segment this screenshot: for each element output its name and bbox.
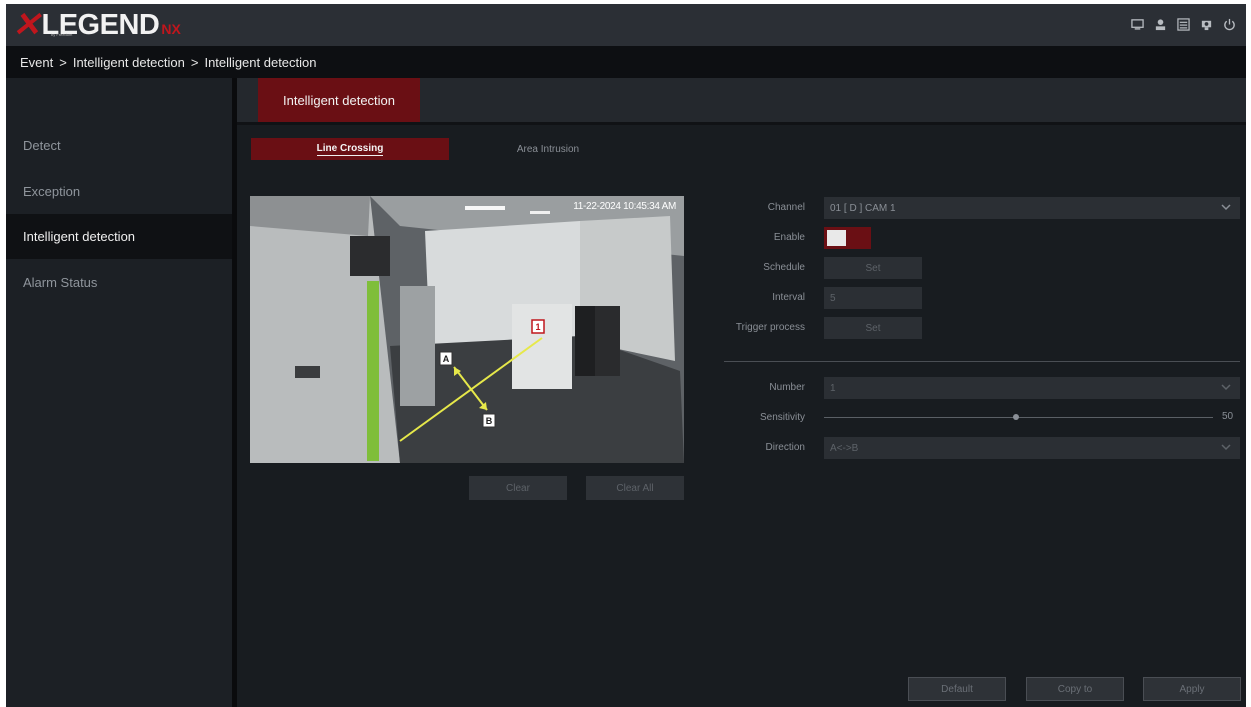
- tab-intelligent-detection[interactable]: Intelligent detection: [258, 78, 420, 122]
- rule-marker-1: 1: [535, 322, 540, 332]
- clear-button[interactable]: Clear: [469, 476, 567, 500]
- trigger-process-set-button[interactable]: Set: [824, 317, 922, 339]
- sensitivity-label: Sensitivity: [759, 412, 805, 423]
- logo-text: LEGEND: [41, 9, 160, 41]
- chevron-down-icon: [1220, 441, 1232, 456]
- breadcrumb-item-current: Intelligent detection: [204, 54, 317, 70]
- breadcrumb-item[interactable]: Event: [20, 55, 53, 70]
- camera-preview[interactable]: 1 A B 11-22-2024 10:45:34 AM: [250, 196, 684, 463]
- interval-input[interactable]: 5: [824, 287, 922, 309]
- schedule-set-button[interactable]: Set: [824, 257, 922, 279]
- main-tab-bar: Intelligent detection: [237, 78, 1246, 125]
- breadcrumb-separator: >: [59, 54, 67, 70]
- direction-value: A<->B: [830, 442, 859, 454]
- subtab-area-intrusion[interactable]: Area Intrusion: [449, 138, 647, 160]
- point-marker-b: B: [486, 416, 493, 426]
- sidebar: Detect Exception Intelligent detection A…: [6, 78, 232, 707]
- subtab-line-crossing[interactable]: Line Crossing: [251, 138, 449, 160]
- breadcrumb-separator: >: [190, 54, 199, 70]
- enable-label: Enable: [773, 232, 805, 243]
- logo: ✕ LEGEND NX: [12, 6, 181, 44]
- toggle-knob: [827, 230, 846, 246]
- top-bar: ✕ LEGEND NX by Freedom: [6, 4, 1246, 46]
- logo-suffix: NX: [161, 21, 181, 37]
- subtab-label: Line Crossing: [316, 142, 384, 156]
- direction-select[interactable]: A<->B: [824, 437, 1240, 459]
- channel-label: Channel: [767, 202, 805, 213]
- logo-tagline: by Freedom: [51, 32, 73, 37]
- channel-value: 01 [ D ] CAM 1: [830, 202, 896, 214]
- osd-timestamp: 11-22-2024 10:45:34 AM: [573, 201, 676, 212]
- number-value: 1: [830, 382, 836, 394]
- list-icon[interactable]: [1176, 17, 1190, 31]
- sidebar-item-detect[interactable]: Detect: [6, 123, 232, 168]
- sidebar-divider: [232, 78, 237, 707]
- direction-label: Direction: [765, 442, 805, 453]
- apply-button[interactable]: Apply: [1143, 677, 1241, 701]
- default-button[interactable]: Default: [908, 677, 1006, 701]
- app-window: ✕ LEGEND NX by Freedom Event > Intellige…: [6, 4, 1246, 707]
- copy-to-button[interactable]: Copy to: [1026, 677, 1124, 701]
- interval-label: Interval: [772, 292, 805, 303]
- monitor-icon[interactable]: [1130, 17, 1144, 31]
- section-divider: [724, 361, 1240, 362]
- logo-mark: ✕: [12, 6, 41, 44]
- schedule-label: Schedule: [763, 262, 805, 273]
- subtab-label: Area Intrusion: [516, 143, 580, 155]
- power-icon[interactable]: [1222, 17, 1236, 31]
- camera-icon[interactable]: [1199, 17, 1213, 31]
- breadcrumb-item[interactable]: Intelligent detection: [73, 55, 185, 70]
- sensitivity-slider-thumb[interactable]: [1013, 414, 1019, 420]
- sidebar-item-alarm-status[interactable]: Alarm Status: [6, 260, 232, 305]
- enable-toggle[interactable]: [824, 227, 871, 249]
- trigger-process-label: Trigger process: [735, 322, 805, 333]
- point-marker-a: A: [443, 354, 450, 364]
- number-label: Number: [769, 382, 805, 393]
- sensitivity-value: 50: [1222, 411, 1234, 422]
- chevron-down-icon: [1220, 381, 1232, 396]
- user-icon[interactable]: [1153, 17, 1167, 31]
- clear-all-button[interactable]: Clear All: [586, 476, 684, 500]
- chevron-down-icon: [1220, 201, 1232, 216]
- channel-select[interactable]: 01 [ D ] CAM 1: [824, 197, 1240, 219]
- sidebar-item-intelligent-detection[interactable]: Intelligent detection: [6, 214, 232, 259]
- breadcrumb: Event > Intelligent detection > Intellig…: [6, 46, 1246, 78]
- sidebar-item-exception[interactable]: Exception: [6, 169, 232, 214]
- number-select[interactable]: 1: [824, 377, 1240, 399]
- top-icons: [1130, 17, 1236, 31]
- camera-scene: 1 A B: [250, 196, 684, 463]
